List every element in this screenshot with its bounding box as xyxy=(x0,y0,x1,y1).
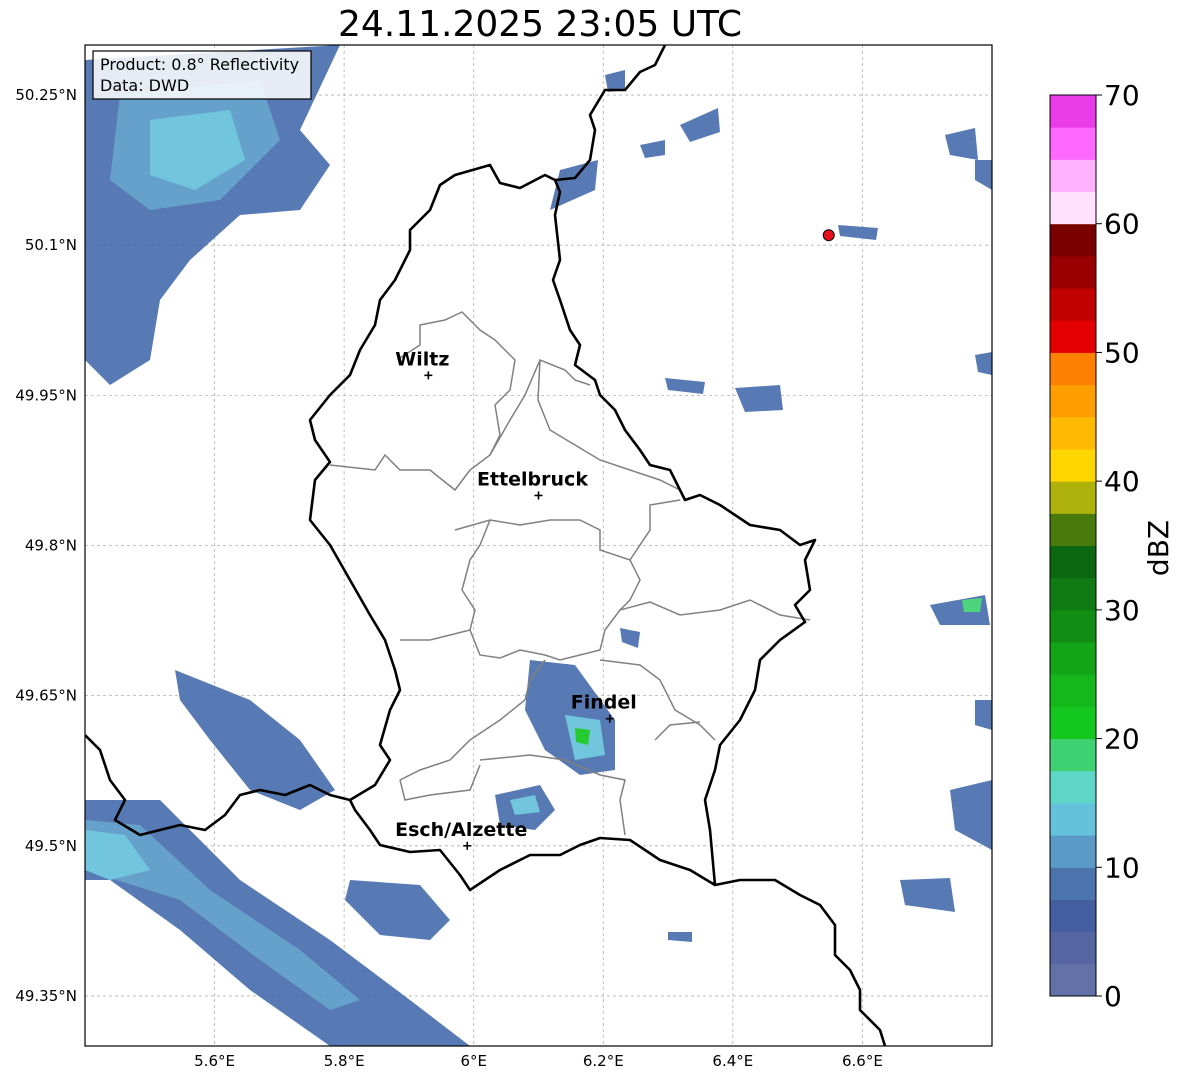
y-tick-label: 49.65°N xyxy=(15,687,77,705)
colorbar-segment xyxy=(1050,931,1096,965)
y-tick-label: 49.5°N xyxy=(25,837,77,855)
colorbar-segment xyxy=(1050,963,1096,997)
colorbar-segment xyxy=(1050,320,1096,353)
y-tick-label: 49.35°N xyxy=(15,987,77,1005)
x-tick-label: 6.2°E xyxy=(583,1052,624,1070)
colorbar-segment xyxy=(1050,288,1096,321)
colorbar-tick-labels: 0 10 20 30 40 50 60 70 xyxy=(1096,79,1140,1013)
colorbar-segment xyxy=(1050,577,1096,611)
colorbar-tick-label: 60 xyxy=(1104,208,1140,241)
colorbar-tick-label: 10 xyxy=(1104,851,1140,884)
x-axis-tick-labels: 5.6°E 5.8°E 6°E 6.2°E 6.4°E 6.6°E xyxy=(194,1052,883,1070)
radar-figure: Wiltz Ettelbruck Findel Esch/Alzette Produc… xyxy=(15,44,1175,1070)
y-axis-tick-labels: 50.25°N 50.1°N 49.95°N 49.8°N 49.65°N 49.5°N 4… xyxy=(15,86,77,1005)
colorbar-segment xyxy=(1050,481,1096,514)
x-tick-label: 6.4°E xyxy=(712,1052,753,1070)
colorbar-tick-label: 50 xyxy=(1104,336,1140,369)
echo-east-1-core xyxy=(962,598,982,612)
colorbar-tick-label: 40 xyxy=(1104,465,1140,498)
x-tick-label: 5.6°E xyxy=(194,1052,235,1070)
colorbar-segment xyxy=(1050,513,1096,546)
y-tick-label: 49.95°N xyxy=(15,386,77,404)
colorbar-segment xyxy=(1050,770,1096,804)
info-box: Product: 0.8° Reflectivity Data: DWD xyxy=(92,50,312,100)
y-tick-label: 49.8°N xyxy=(25,537,77,555)
colorbar-segment xyxy=(1050,127,1096,160)
info-product: Product: 0.8° Reflectivity xyxy=(100,55,299,74)
colorbar-segment xyxy=(1050,255,1096,289)
colorbar-tick-label: 0 xyxy=(1104,980,1122,1013)
colorbar-segment xyxy=(1050,835,1096,868)
colorbar-segment xyxy=(1050,191,1096,225)
colorbar-segment xyxy=(1050,352,1096,386)
colorbar-tick-label: 70 xyxy=(1104,79,1140,112)
colorbar-label: dBZ xyxy=(1142,520,1175,576)
colorbar-segment xyxy=(1050,867,1096,900)
city-label: Ettelbruck xyxy=(477,468,588,490)
colorbar-segment xyxy=(1050,674,1096,707)
info-data-source: Data: DWD xyxy=(100,76,189,95)
colorbar xyxy=(1049,94,1097,997)
colorbar-segment xyxy=(1050,95,1096,128)
colorbar-segment xyxy=(1050,384,1096,418)
colorbar-segment xyxy=(1050,416,1096,450)
echo-east-4 xyxy=(975,700,992,730)
city-label: Wiltz xyxy=(395,348,449,370)
colorbar-segment xyxy=(1050,899,1096,933)
colorbar-tick-label: 20 xyxy=(1104,723,1140,756)
colorbar-segment xyxy=(1050,609,1096,643)
colorbar-segment xyxy=(1050,802,1096,836)
colorbar-segment xyxy=(1050,642,1096,675)
city-label: Findel xyxy=(571,692,637,714)
colorbar-segment xyxy=(1050,706,1096,740)
y-tick-label: 50.1°N xyxy=(25,236,77,254)
colorbar-segment xyxy=(1050,545,1096,579)
colorbar-segment xyxy=(1050,223,1096,257)
colorbar-segment xyxy=(1050,448,1096,482)
city-label: Esch/Alzette xyxy=(395,819,527,841)
x-tick-label: 6.6°E xyxy=(842,1052,883,1070)
x-tick-label: 6°E xyxy=(460,1052,487,1070)
colorbar-tick-label: 30 xyxy=(1104,594,1140,627)
x-tick-label: 5.8°E xyxy=(324,1052,365,1070)
colorbar-segment xyxy=(1050,159,1096,193)
radar-site-marker xyxy=(822,229,835,242)
colorbar-segment xyxy=(1050,738,1096,772)
y-tick-label: 50.25°N xyxy=(15,86,77,104)
